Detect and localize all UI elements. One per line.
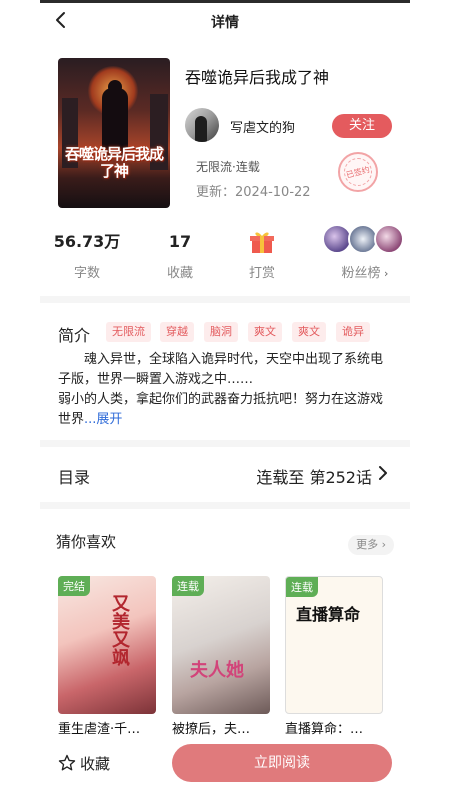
tag[interactable]: 穿越 bbox=[160, 322, 194, 342]
recommend-card[interactable]: 夫人她 连载 被撩后，夫… bbox=[172, 576, 270, 737]
stat-favorites: 17 收藏 bbox=[145, 230, 215, 281]
recommend-name: 重生虐渣·千… bbox=[58, 722, 141, 737]
chevron-right-icon: › bbox=[380, 267, 389, 280]
fans-avatars bbox=[320, 224, 410, 258]
bottom-bar: 收藏 立即阅读 bbox=[40, 736, 410, 800]
intro-label: 简介 bbox=[58, 326, 91, 345]
page-title: 详情 bbox=[211, 15, 239, 31]
read-now-button[interactable]: 立即阅读 bbox=[172, 744, 392, 782]
toc-status: 连载至 第252话 bbox=[256, 468, 372, 487]
author-name[interactable]: 写虐文的狗 bbox=[230, 117, 295, 136]
status-badge: 连载 bbox=[172, 576, 204, 596]
star-icon[interactable] bbox=[58, 754, 76, 772]
cover-text: 又美又飒 bbox=[109, 594, 130, 666]
tag[interactable]: 爽文 bbox=[292, 322, 326, 342]
cover-title: 吞噬诡异后我成了神 bbox=[64, 145, 164, 180]
fan-avatar bbox=[374, 224, 404, 254]
recommend-cover: 夫人她 连载 bbox=[172, 576, 270, 714]
recommend-card[interactable]: 又美又飒 完结 重生虐渣·千… bbox=[58, 576, 156, 737]
book-cover[interactable]: 吞噬诡异后我成了神 bbox=[58, 58, 170, 208]
fans-ranking[interactable]: 粉丝榜 › bbox=[320, 224, 410, 281]
status-badge: 完结 bbox=[58, 576, 90, 596]
section-divider bbox=[40, 440, 410, 447]
cover-text: 夫人她 bbox=[190, 660, 244, 681]
intro-line: 魂入异世，全球陷入诡异时代，天空中出现了系统电子版，世界一瞬置入游戏之中…… bbox=[58, 352, 384, 387]
gift-icon bbox=[250, 232, 274, 253]
favorite-button[interactable]: 收藏 bbox=[80, 753, 110, 774]
recommend-cover: 直播算命 连载 bbox=[285, 576, 383, 714]
tag-list: 无限流 穿越 脑洞 爽文 爽文 诡异 bbox=[102, 322, 410, 344]
status-badge: 连载 bbox=[286, 577, 318, 597]
intro-text: 魂入异世，全球陷入诡异时代，天空中出现了系统电子版，世界一瞬置入游戏之中…… 弱… bbox=[58, 350, 393, 430]
detail-page: 详情 吞噬诡异后我成了神 吞噬诡异后我成了神 写虐文的狗 关注 无限流·连载 更… bbox=[40, 0, 410, 800]
tag[interactable]: 诡异 bbox=[336, 322, 370, 342]
words-label: 字数 bbox=[73, 266, 100, 281]
author-avatar[interactable] bbox=[185, 108, 219, 142]
words-value: 56.73万 bbox=[53, 232, 121, 251]
book-title: 吞噬诡异后我成了神 bbox=[185, 68, 330, 87]
chevron-right-icon bbox=[379, 466, 387, 480]
toc-label: 目录 bbox=[58, 468, 91, 487]
tip-button[interactable]: 打赏 bbox=[227, 230, 297, 281]
book-genre: 无限流·连载 bbox=[196, 160, 260, 174]
section-divider bbox=[40, 296, 410, 303]
tag[interactable]: 爽文 bbox=[248, 322, 282, 342]
recommend-cover: 又美又飒 完结 bbox=[58, 576, 156, 714]
tag[interactable]: 脑洞 bbox=[204, 322, 238, 342]
tag[interactable]: 无限流 bbox=[106, 322, 151, 342]
signed-stamp-icon: 已签约 bbox=[338, 152, 378, 192]
recommend-name: 被撩后，夫… bbox=[172, 722, 251, 737]
recommend-card[interactable]: 直播算命 连载 直播算命：… bbox=[285, 576, 383, 737]
cover-text: 直播算命 bbox=[296, 605, 361, 624]
fans-label: 粉丝榜 bbox=[341, 266, 381, 281]
favorites-value: 17 bbox=[168, 232, 192, 251]
section-divider bbox=[40, 502, 410, 509]
stat-words: 56.73万 字数 bbox=[52, 230, 122, 281]
toc-row[interactable]: 目录 连载至 第252话 bbox=[40, 450, 410, 500]
follow-button[interactable]: 关注 bbox=[332, 114, 392, 138]
tip-label: 打赏 bbox=[248, 266, 275, 281]
nav-bar: 详情 bbox=[40, 3, 410, 39]
update-date: 更新：2024-10-22 bbox=[196, 185, 311, 200]
more-button[interactable]: 更多 › bbox=[348, 535, 394, 555]
favorites-label: 收藏 bbox=[166, 266, 193, 281]
recommend-title: 猜你喜欢 bbox=[56, 533, 117, 551]
recommend-name: 直播算命：… bbox=[285, 722, 364, 737]
expand-link[interactable]: ...展开 bbox=[84, 412, 122, 427]
